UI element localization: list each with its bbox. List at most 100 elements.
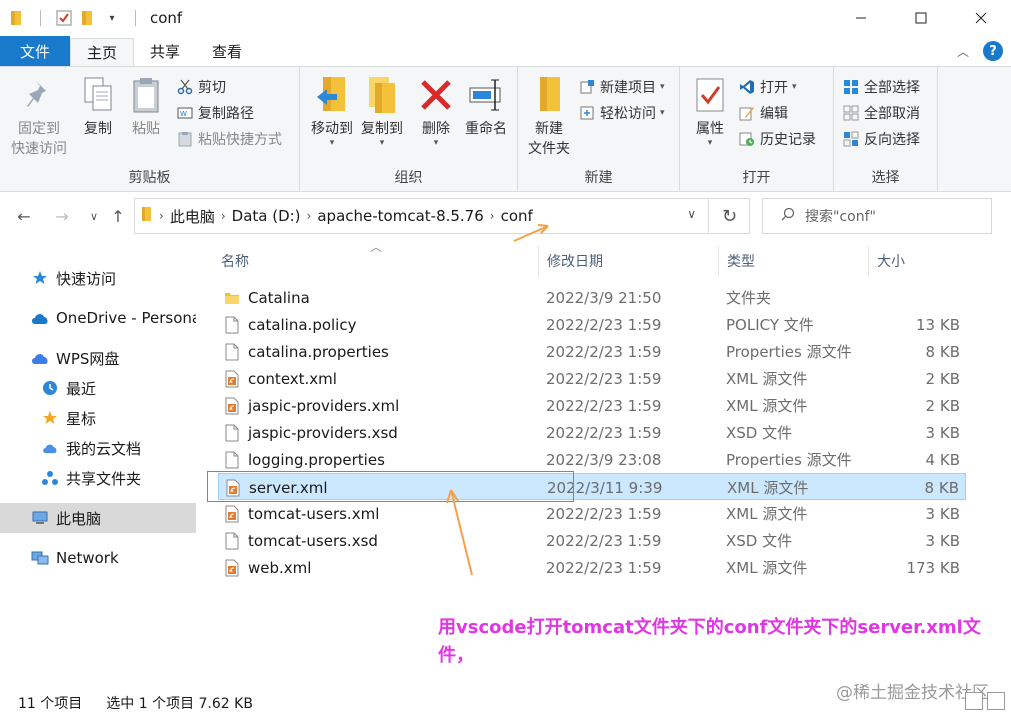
column-header-name[interactable]: 名称: [221, 246, 249, 276]
delete-button[interactable]: 删除 ▾: [416, 73, 456, 148]
window-controls: [831, 0, 1011, 36]
easy-access-button[interactable]: 轻松访问 ▾: [578, 101, 665, 125]
select-none-icon: [842, 104, 860, 122]
column-header-size[interactable]: 大小: [877, 246, 905, 276]
copy-to-button[interactable]: 复制到 ▾: [354, 73, 410, 148]
recent-locations-button[interactable]: ∨: [84, 206, 104, 226]
file-row[interactable]: tomcat-users.xsd 2022/2/23 1:59 XSD 文件 3 KB: [218, 527, 966, 554]
paste-button[interactable]: 粘贴: [126, 73, 166, 139]
large-icons-view-button[interactable]: [987, 692, 1005, 710]
nav-cloud-docs[interactable]: 我的云文档: [0, 433, 196, 463]
file-date: 2022/2/23 1:59: [546, 423, 662, 442]
nav-shared-folder[interactable]: 共享文件夹: [0, 463, 196, 493]
file-row[interactable]: jaspic-providers.xsd 2022/2/23 1:59 XSD 文件…: [218, 419, 966, 446]
title-bar: ▾ conf: [0, 0, 1011, 36]
up-button[interactable]: ↑: [108, 206, 128, 226]
file-size: 3 KB: [925, 504, 960, 523]
address-bar[interactable]: › 此电脑 › Data (D:) › apache-tomcat-8.5.76…: [134, 198, 709, 234]
customize-chevron-icon[interactable]: ▾: [103, 9, 121, 27]
minimize-icon: [856, 17, 866, 19]
folder-icon: [141, 206, 153, 226]
file-row[interactable]: web.xml 2022/2/23 1:59 XML 源文件 173 KB: [218, 554, 966, 581]
new-folder-icon[interactable]: [79, 9, 97, 27]
refresh-button[interactable]: ↻: [710, 198, 750, 234]
nav-starred[interactable]: 星标: [0, 403, 196, 433]
pin-to-quick-access-button[interactable]: 固定到 快速访问: [6, 73, 72, 159]
nav-recent[interactable]: 最近: [0, 373, 196, 403]
forward-arrow-icon: →: [55, 206, 69, 226]
breadcrumb-this-pc[interactable]: 此电脑: [170, 206, 215, 227]
details-view-button[interactable]: [965, 692, 983, 710]
search-placeholder: 搜索"conf": [805, 209, 876, 225]
column-header-date[interactable]: 修改日期: [547, 246, 603, 276]
up-arrow-icon: ↑: [111, 206, 125, 226]
collapse-ribbon-icon[interactable]: ︿: [957, 43, 969, 60]
column-divider[interactable]: [868, 246, 869, 276]
breadcrumb-conf[interactable]: conf: [501, 207, 533, 225]
forward-button[interactable]: →: [52, 206, 72, 226]
nav-wps[interactable]: WPS网盘: [0, 343, 196, 373]
folder-icon[interactable]: [8, 9, 26, 27]
network-icon: [30, 548, 50, 568]
copy-path-button[interactable]: W 复制路径: [176, 101, 254, 125]
tab-home[interactable]: 主页: [70, 38, 135, 66]
help-icon[interactable]: ?: [983, 41, 1003, 61]
column-divider[interactable]: [718, 246, 719, 276]
nav-network[interactable]: Network: [0, 543, 196, 573]
move-to-button[interactable]: 移动到 ▾: [304, 73, 360, 148]
new-item-icon: [578, 78, 596, 96]
address-dropdown-icon[interactable]: ∨: [687, 207, 696, 221]
back-button[interactable]: ←: [14, 206, 34, 226]
tab-file[interactable]: 文件: [0, 36, 70, 66]
cut-button[interactable]: 剪切: [176, 75, 226, 99]
maximize-button[interactable]: [891, 0, 951, 36]
nav-label: 快速访问: [56, 269, 117, 288]
new-item-button[interactable]: 新建项目 ▾: [578, 75, 665, 99]
column-header-type[interactable]: 类型: [727, 246, 755, 276]
new-folder-button[interactable]: 新建 文件夹: [524, 73, 574, 159]
file-size: 4 KB: [925, 450, 960, 469]
xml-file-icon: [224, 370, 240, 388]
file-date: 2022/3/9 21:50: [546, 288, 662, 307]
select-all-button[interactable]: 全部选择: [842, 75, 920, 99]
xml-file-icon: [224, 397, 240, 415]
file-name-cell: jaspic-providers.xsd: [224, 419, 398, 446]
edit-button[interactable]: 编辑: [738, 101, 788, 125]
properties-check-icon[interactable]: [55, 9, 73, 27]
refresh-icon: ↻: [721, 205, 738, 227]
copy-button[interactable]: 复制: [78, 73, 118, 139]
breadcrumb-tomcat[interactable]: apache-tomcat-8.5.76: [317, 207, 483, 225]
move-to-chevron-icon: ▾: [329, 138, 335, 148]
file-icon: [224, 532, 240, 550]
file-row[interactable]: catalina.properties 2022/2/23 1:59 Propert…: [218, 338, 966, 365]
tab-view[interactable]: 查看: [196, 36, 258, 66]
maximize-icon: [915, 12, 927, 24]
select-none-button[interactable]: 全部取消: [842, 101, 920, 125]
nav-onedrive[interactable]: OneDrive - Persona: [0, 303, 196, 333]
file-row[interactable]: context.xml 2022/2/23 1:59 XML 源文件 2 KB: [218, 365, 966, 392]
minimize-button[interactable]: [831, 0, 891, 36]
invert-selection-button[interactable]: 反向选择: [842, 127, 920, 151]
properties-button[interactable]: 属性 ▾: [690, 73, 730, 148]
nav-this-pc[interactable]: 此电脑: [0, 503, 196, 533]
file-row[interactable]: Catalina 2022/3/9 21:50 文件夹: [218, 284, 966, 311]
tab-share[interactable]: 共享: [134, 36, 196, 66]
file-row[interactable]: jaspic-providers.xml 2022/2/23 1:59 XML 源文…: [218, 392, 966, 419]
file-name: logging.properties: [248, 450, 385, 469]
file-row[interactable]: catalina.policy 2022/2/23 1:59 POLICY 文件 13…: [218, 311, 966, 338]
nav-quick-access[interactable]: 快速访问: [0, 263, 196, 293]
paste-shortcut-button[interactable]: 粘贴快捷方式: [176, 127, 282, 151]
search-box[interactable]: 搜索"conf": [762, 198, 992, 234]
rename-button[interactable]: 重命名: [460, 73, 512, 139]
file-type: XML 源文件: [726, 370, 808, 388]
file-row[interactable]: tomcat-users.xml 2022/2/23 1:59 XML 源文件 3 K…: [218, 500, 966, 527]
open-button[interactable]: 打开 ▾: [738, 75, 797, 99]
file-name-cell: tomcat-users.xsd: [224, 527, 378, 554]
history-button[interactable]: 历史记录: [738, 127, 816, 151]
breadcrumb-data-drive[interactable]: Data (D:): [232, 207, 301, 225]
select-none-label: 全部取消: [864, 106, 920, 122]
new-folder-label-line2: 文件夹: [528, 141, 570, 157]
column-divider[interactable]: [538, 246, 539, 276]
file-row[interactable]: logging.properties 2022/3/9 23:08 Properti…: [218, 446, 966, 473]
close-button[interactable]: [951, 0, 1011, 36]
